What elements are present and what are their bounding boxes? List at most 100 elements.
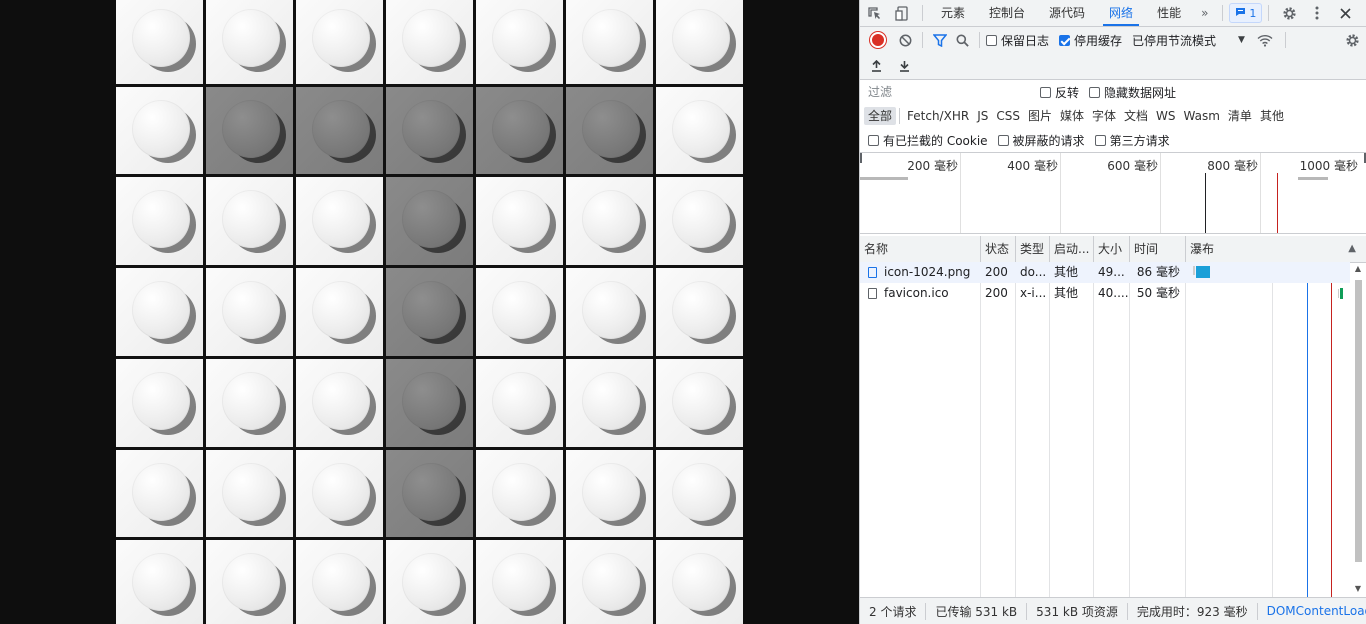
tab-network[interactable]: 网络 — [1097, 0, 1145, 26]
light-tile — [296, 358, 383, 447]
type-filter-js[interactable]: JS — [973, 107, 992, 125]
column-header-initiator[interactable]: 启动... — [1050, 236, 1094, 262]
waterfall-dcl-line — [1307, 262, 1308, 598]
network-settings-gear-icon[interactable] — [1338, 27, 1366, 53]
status-resources: 531 kB 项资源 — [1027, 602, 1128, 620]
column-divider — [1185, 262, 1186, 598]
record-button[interactable] — [870, 32, 886, 48]
hide-data-urls-checkbox[interactable]: 隐藏数据网址 — [1089, 84, 1176, 101]
tile-disc — [222, 462, 280, 521]
dark-tile — [386, 358, 473, 447]
tile-disc — [492, 9, 550, 67]
more-options-icon[interactable] — [1303, 0, 1331, 26]
import-har-upload-icon[interactable] — [862, 53, 890, 79]
tab-performance[interactable]: 性能 — [1145, 0, 1193, 26]
request-name: favicon.ico — [884, 286, 949, 300]
checkbox-box[interactable] — [1094, 134, 1106, 146]
table-row[interactable]: favicon.ico 200 x-i... 其他 40.... 50 毫秒 — [860, 283, 1350, 304]
resource-type-filters: 全部 Fetch/XHR JS CSS 图片 媒体 字体 文档 WS Wasm … — [860, 104, 1366, 128]
throttling-select[interactable]: 已停用节流模式 ▼ — [1132, 32, 1245, 49]
scroll-up-arrow-icon[interactable]: ▲ — [1352, 264, 1364, 276]
column-divider — [1015, 262, 1016, 598]
type-filter-ws[interactable]: WS — [1152, 107, 1179, 125]
checkbox-box[interactable] — [986, 34, 997, 46]
type-filter-all[interactable]: 全部 — [864, 107, 897, 125]
overview-gridline — [1260, 153, 1261, 233]
type-filter-other[interactable]: 其他 — [1256, 107, 1288, 125]
type-filter-css[interactable]: CSS — [992, 107, 1024, 125]
blocked-cookies-checkbox[interactable]: 有已拦截的 Cookie — [868, 132, 988, 149]
tab-sources[interactable]: 源代码 — [1037, 0, 1097, 26]
type-filter-wasm[interactable]: Wasm — [1180, 107, 1224, 125]
disable-cache-checkbox[interactable]: 停用缓存 — [1059, 32, 1122, 49]
scroll-down-arrow-icon[interactable]: ▼ — [1352, 584, 1364, 596]
type-filter-font[interactable]: 字体 — [1088, 107, 1120, 125]
type-filter-img[interactable]: 图片 — [1024, 107, 1056, 125]
sort-ascending-icon[interactable]: ▲ — [1348, 236, 1356, 262]
light-tile — [296, 449, 383, 538]
light-tile — [476, 540, 563, 624]
close-icon[interactable] — [1331, 0, 1359, 26]
tile-disc — [312, 371, 370, 430]
tab-elements[interactable]: 元素 — [929, 0, 977, 26]
filter-input[interactable]: 过滤 — [866, 82, 1028, 102]
type-filter-media[interactable]: 媒体 — [1056, 107, 1088, 125]
settings-gear-icon[interactable] — [1275, 0, 1303, 26]
checkbox-box[interactable] — [997, 134, 1009, 146]
checkbox-box-checked[interactable] — [1059, 34, 1071, 46]
network-overview-timeline[interactable]: 200 毫秒 400 毫秒 600 毫秒 800 毫秒 1000 毫秒 — [860, 153, 1366, 234]
type-filter-fetch-xhr[interactable]: Fetch/XHR — [903, 107, 973, 125]
tile-disc — [312, 99, 370, 158]
column-header-type[interactable]: 类型 — [1016, 236, 1050, 262]
page-viewport — [0, 0, 859, 624]
light-tile — [296, 177, 383, 266]
tile-disc — [492, 462, 550, 521]
light-tile — [116, 449, 203, 538]
request-name-cell[interactable]: icon-1024.png — [864, 262, 980, 283]
scrollbar-thumb[interactable] — [1355, 280, 1362, 562]
tile-disc — [672, 281, 730, 340]
column-header-size[interactable]: 大小 — [1094, 236, 1130, 262]
devtools-tabbar: 元素 控制台 源代码 网络 性能 » 1 — [860, 0, 1366, 27]
waterfall-download-bar — [1196, 266, 1210, 278]
checkbox-box[interactable] — [1089, 86, 1101, 98]
more-tabs-button[interactable]: » — [1193, 0, 1216, 26]
request-size: 49... — [1098, 265, 1125, 279]
light-tile — [656, 177, 743, 266]
dark-tile — [296, 86, 383, 175]
tab-console[interactable]: 控制台 — [977, 0, 1037, 26]
filter-icon[interactable] — [929, 27, 951, 53]
checkbox-box[interactable] — [1040, 86, 1051, 98]
table-scrollbar[interactable]: ▲ ▼ — [1352, 262, 1364, 598]
column-header-waterfall[interactable]: 瀑布 — [1186, 236, 1351, 262]
search-icon[interactable] — [951, 27, 973, 53]
light-tile — [656, 449, 743, 538]
light-tile — [296, 540, 383, 624]
inspect-element-icon[interactable] — [860, 0, 888, 26]
third-party-checkbox[interactable]: 第三方请求 — [1094, 132, 1170, 149]
network-toolbar: 保留日志 停用缓存 已停用节流模式 ▼ — [860, 27, 1366, 53]
invert-checkbox[interactable]: 反转 — [1040, 84, 1079, 101]
overview-gridline — [960, 153, 961, 233]
divider — [922, 32, 923, 48]
light-tile — [476, 268, 563, 356]
column-header-status[interactable]: 状态 — [981, 236, 1016, 262]
type-filter-manifest[interactable]: 清单 — [1224, 107, 1256, 125]
checkbox-box[interactable] — [868, 134, 879, 146]
request-name-cell[interactable]: favicon.ico — [864, 283, 980, 304]
document-file-icon — [868, 267, 877, 278]
preserve-log-checkbox[interactable]: 保留日志 — [986, 32, 1049, 49]
waterfall-download-bar — [1340, 288, 1343, 299]
blocked-requests-checkbox[interactable]: 被屏蔽的请求 — [997, 132, 1085, 149]
overview-handle-left[interactable] — [860, 153, 862, 163]
clear-icon[interactable] — [894, 27, 916, 53]
export-har-download-icon[interactable] — [890, 53, 918, 79]
issues-badge[interactable]: 1 — [1229, 3, 1263, 23]
type-filter-doc[interactable]: 文档 — [1120, 107, 1152, 125]
table-row[interactable]: icon-1024.png 200 do... 其他 49... 86 毫秒 — [860, 262, 1350, 283]
network-conditions-wifi-icon[interactable] — [1251, 27, 1279, 53]
dark-tile — [206, 86, 293, 175]
column-header-time[interactable]: 时间 — [1130, 236, 1186, 262]
device-toolbar-icon[interactable] — [888, 0, 916, 26]
column-header-name[interactable]: 名称 — [860, 236, 981, 262]
